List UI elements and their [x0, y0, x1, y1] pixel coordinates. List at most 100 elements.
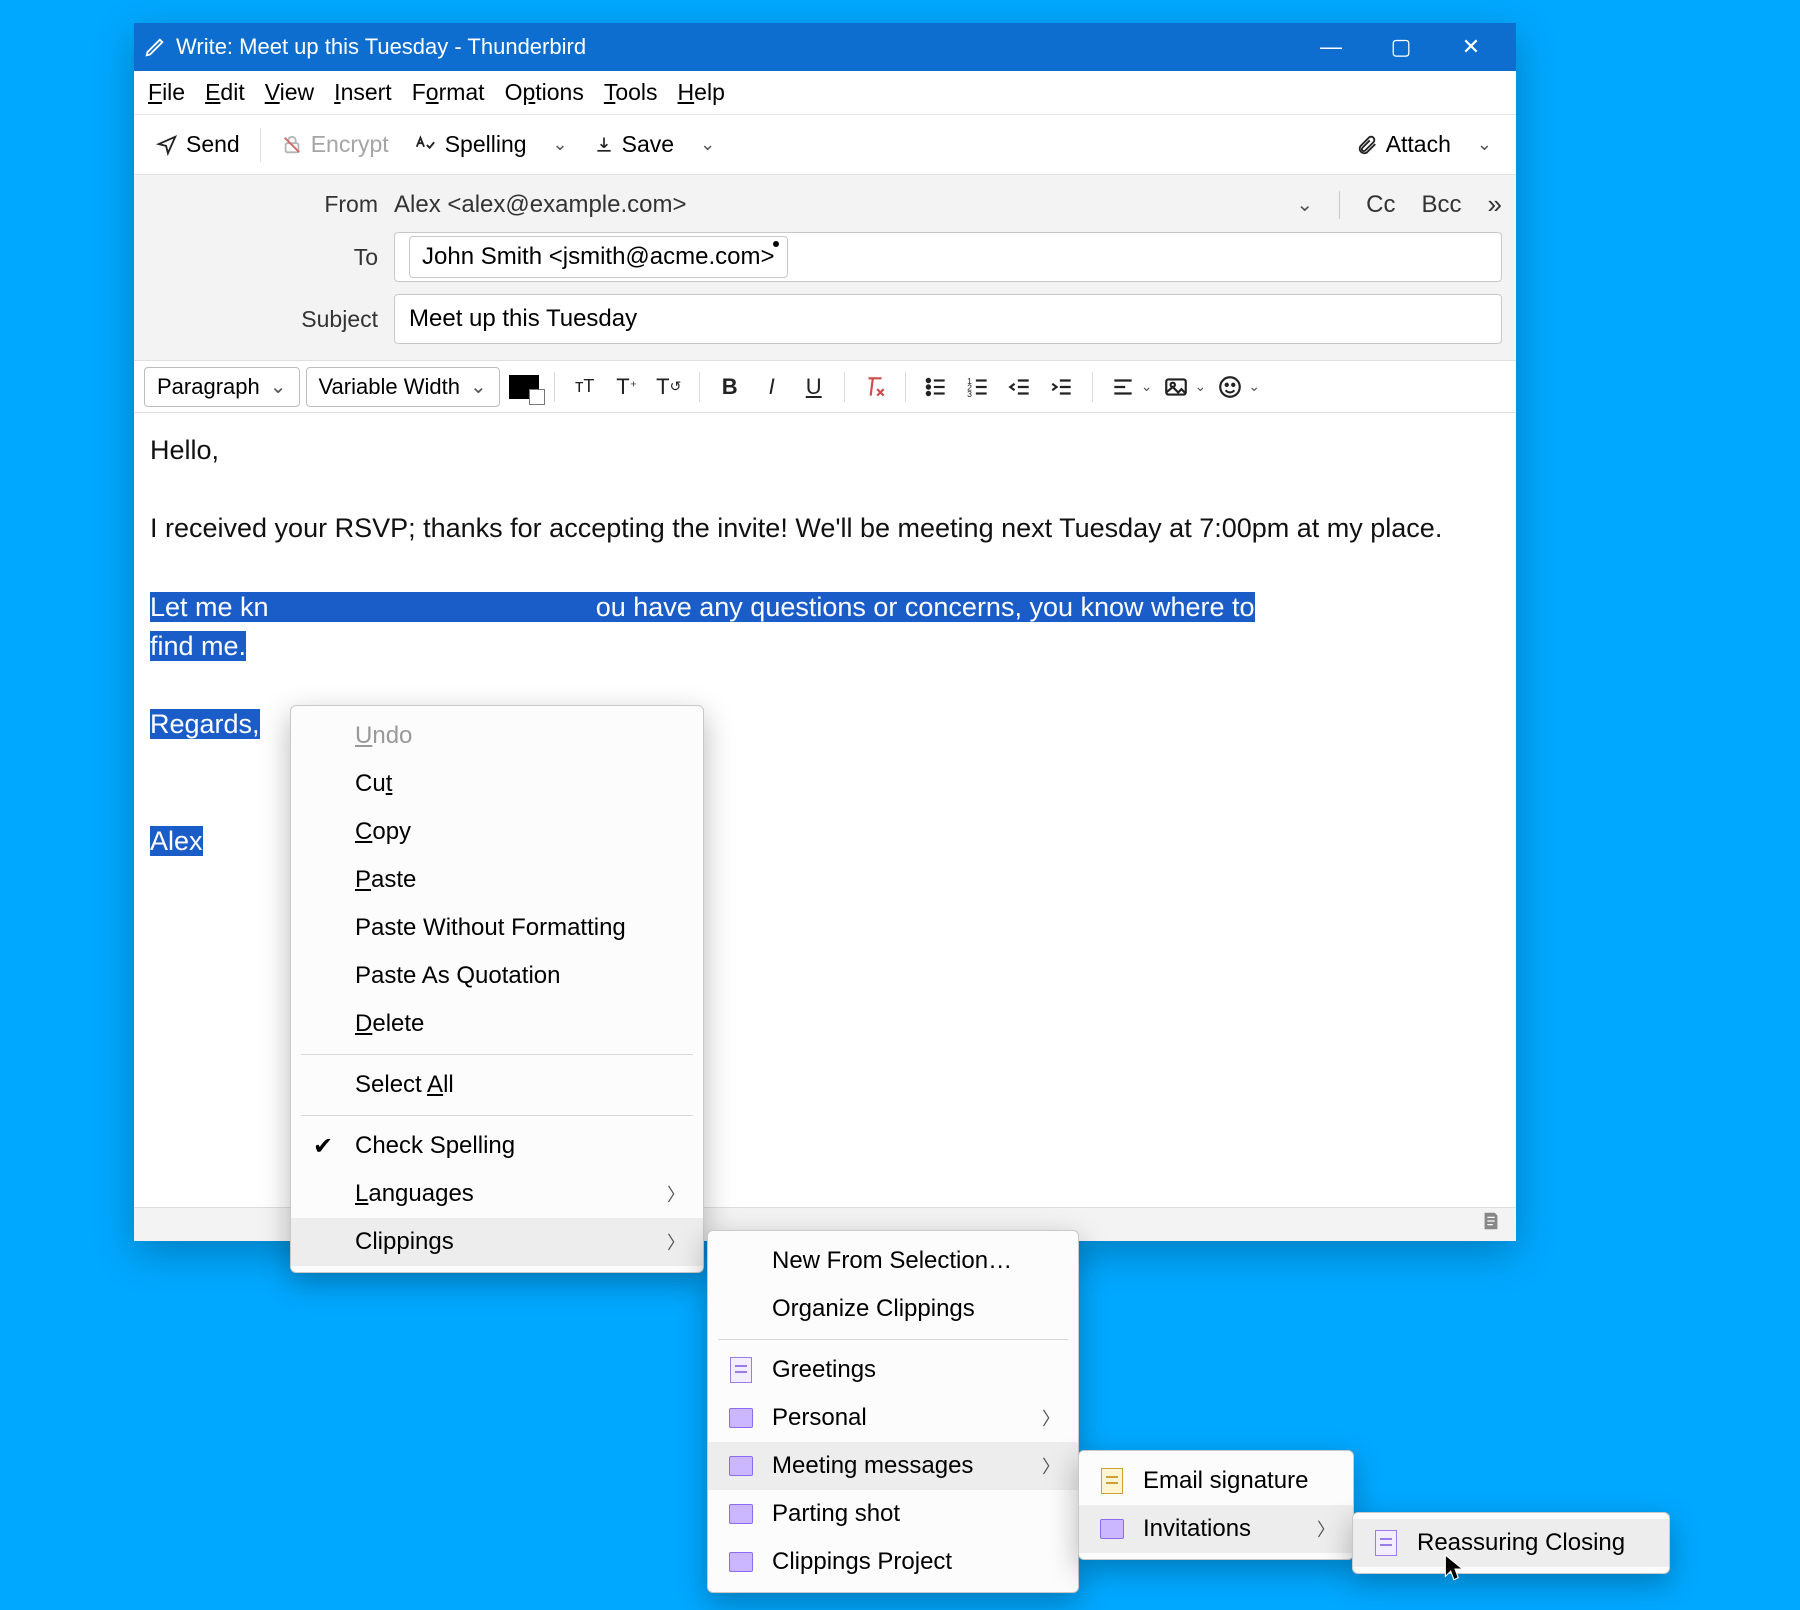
context-menu: Undo Cut Copy Paste Paste Without Format… [290, 705, 704, 1273]
body-paragraph: I received your RSVP; thanks for accepti… [150, 509, 1500, 548]
bcc-button[interactable]: Bcc [1422, 191, 1462, 219]
meeting-submenu: Email signature Invitations〉 [1078, 1450, 1354, 1560]
menu-insert[interactable]: Insert [334, 79, 392, 106]
outdent-icon[interactable] [1002, 369, 1038, 405]
spelling-button[interactable]: Spelling [405, 127, 535, 162]
align-icon[interactable] [1105, 369, 1141, 405]
menu-tools[interactable]: Tools [604, 79, 658, 106]
paragraph-style-select[interactable]: Paragraph⌄ [144, 367, 300, 407]
text-color-swatch[interactable] [506, 369, 542, 405]
meeting-invitations[interactable]: Invitations〉 [1079, 1505, 1353, 1553]
ctx-paste-quote[interactable]: Paste As Quotation [291, 952, 703, 1000]
ctx-undo[interactable]: Undo [291, 712, 703, 760]
menu-view[interactable]: View [265, 79, 314, 106]
clip-clippings-project[interactable]: Clippings Project [708, 1538, 1078, 1586]
bold-icon[interactable]: B [712, 369, 748, 405]
clip-greetings[interactable]: Greetings [708, 1346, 1078, 1394]
indent-icon[interactable] [1044, 369, 1080, 405]
save-dropdown[interactable]: ⌄ [690, 134, 725, 155]
mouse-cursor [1444, 1554, 1466, 1584]
from-row: From Alex <alex@example.com> ⌄ Cc Bcc » [148, 189, 1502, 220]
encrypt-button[interactable]: Encrypt [273, 127, 397, 162]
minimize-button[interactable]: — [1296, 34, 1366, 60]
svg-text:3: 3 [967, 388, 972, 398]
pencil-icon [144, 36, 166, 58]
bullet-list-icon[interactable] [918, 369, 954, 405]
cc-button[interactable]: Cc [1366, 191, 1395, 219]
menu-edit[interactable]: Edit [205, 79, 245, 106]
insert-image-icon[interactable] [1158, 369, 1194, 405]
ctx-cut[interactable]: Cut [291, 760, 703, 808]
folder-icon [1099, 1516, 1125, 1542]
font-size-decrease-icon[interactable]: ᴛT [567, 369, 603, 405]
clip-personal[interactable]: Personal〉 [708, 1394, 1078, 1442]
to-row: To John Smith <jsmith@acme.com> [148, 232, 1502, 282]
font-size-increase-icon[interactable]: T⁺ [609, 369, 645, 405]
menu-format[interactable]: Format [412, 79, 485, 106]
chevron-right-icon: 〉 [667, 1229, 685, 1255]
emoji-dropdown[interactable]: ⌄ [1248, 378, 1260, 395]
ctx-clippings[interactable]: Clippings〉 [291, 1218, 703, 1266]
encrypt-label: Encrypt [311, 131, 389, 158]
from-dropdown-icon[interactable]: ⌄ [1296, 192, 1313, 217]
folder-icon [728, 1405, 754, 1431]
send-button[interactable]: Send [148, 127, 248, 162]
clip-meeting-messages[interactable]: Meeting messages〉 [708, 1442, 1078, 1490]
ctx-copy[interactable]: Copy [291, 808, 703, 856]
toolbar-divider [260, 128, 261, 162]
clip-new-from-selection[interactable]: New From Selection… [708, 1237, 1078, 1285]
from-value[interactable]: Alex <alex@example.com> [394, 191, 687, 219]
format-toolbar: Paragraph⌄ Variable Width⌄ ᴛT T⁺ T↺ B I … [134, 361, 1516, 413]
underline-icon[interactable]: U [796, 369, 832, 405]
to-recipient-text: John Smith <jsmith@acme.com> [422, 243, 775, 271]
body-greeting: Hello, [150, 431, 1500, 470]
align-dropdown[interactable]: ⌄ [1141, 378, 1153, 395]
toolbar: Send Encrypt Spelling ⌄ Save ⌄ Attach ⌄ [134, 115, 1516, 175]
to-recipient-pill[interactable]: John Smith <jsmith@acme.com> [409, 236, 788, 278]
invitations-reassuring-closing[interactable]: Reassuring Closing [1353, 1519, 1669, 1567]
body-regards: Regards, [150, 709, 260, 739]
to-label: To [148, 244, 378, 271]
attach-dropdown[interactable]: ⌄ [1467, 134, 1502, 155]
folder-icon [728, 1453, 754, 1479]
titlebar[interactable]: Write: Meet up this Tuesday - Thunderbir… [134, 23, 1516, 71]
chevron-right-icon: 〉 [1042, 1405, 1060, 1431]
menu-options[interactable]: Options [505, 79, 584, 106]
subject-field[interactable]: Meet up this Tuesday [394, 294, 1502, 344]
image-dropdown[interactable]: ⌄ [1194, 378, 1206, 395]
ctx-delete[interactable]: Delete [291, 1000, 703, 1048]
menu-help[interactable]: Help [678, 79, 725, 106]
ctx-paste-plain[interactable]: Paste Without Formatting [291, 904, 703, 952]
ctx-languages[interactable]: Languages〉 [291, 1170, 703, 1218]
spelling-label: Spelling [445, 131, 527, 158]
more-recipients-icon[interactable]: » [1488, 189, 1502, 220]
meeting-email-signature[interactable]: Email signature [1079, 1457, 1353, 1505]
from-label: From [148, 191, 378, 218]
ctx-select-all[interactable]: Select All [291, 1061, 703, 1109]
to-field[interactable]: John Smith <jsmith@acme.com> [394, 232, 1502, 282]
menu-file[interactable]: File [148, 79, 185, 106]
emoji-icon[interactable] [1212, 369, 1248, 405]
chevron-right-icon: 〉 [1317, 1516, 1335, 1542]
spelling-dropdown[interactable]: ⌄ [543, 134, 578, 155]
ctx-check-spelling[interactable]: ✔ Check Spelling [291, 1122, 703, 1170]
clip-organize[interactable]: Organize Clippings [708, 1285, 1078, 1333]
font-size-reset-icon[interactable]: T↺ [651, 369, 687, 405]
clip-parting-shot[interactable]: Parting shot [708, 1490, 1078, 1538]
close-button[interactable]: ✕ [1436, 34, 1506, 60]
save-button[interactable]: Save [586, 127, 682, 162]
clippings-statusbar-icon[interactable] [1480, 1210, 1502, 1239]
maximize-button[interactable]: ▢ [1366, 34, 1436, 60]
chevron-right-icon: 〉 [1042, 1453, 1060, 1479]
subject-value: Meet up this Tuesday [409, 305, 637, 333]
note-icon [728, 1357, 754, 1383]
remove-formatting-icon[interactable] [857, 369, 893, 405]
attach-button[interactable]: Attach [1348, 127, 1459, 162]
font-family-select[interactable]: Variable Width⌄ [306, 367, 500, 407]
italic-icon[interactable]: I [754, 369, 790, 405]
recipient-status-dot [773, 241, 779, 247]
ctx-paste[interactable]: Paste [291, 856, 703, 904]
subject-row: Subject Meet up this Tuesday [148, 294, 1502, 344]
numbered-list-icon[interactable]: 123 [960, 369, 996, 405]
header-fields: From Alex <alex@example.com> ⌄ Cc Bcc » … [134, 175, 1516, 361]
